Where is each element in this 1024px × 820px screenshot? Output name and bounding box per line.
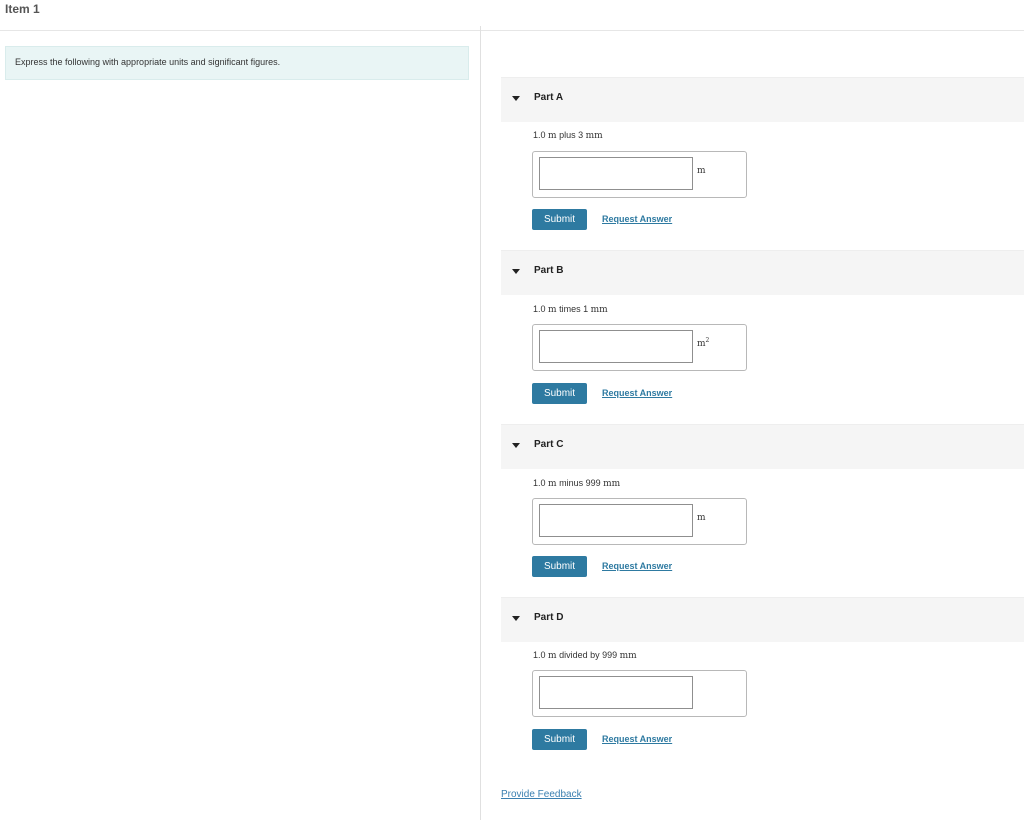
part-b-submit-button[interactable]: Submit (532, 383, 587, 404)
item-title: Item 1 (5, 2, 40, 16)
part-b-question: 1.0 m times 1 mm (533, 304, 608, 315)
part-c-question: 1.0 m minus 999 mm (533, 478, 621, 489)
collapse-caret-icon[interactable] (512, 616, 520, 621)
part-b-unit: m2 (697, 337, 710, 349)
part-a-question: 1.0 m plus 3 mm (533, 130, 603, 141)
part-a-unit: m (697, 166, 706, 176)
part-b-answer-input[interactable] (539, 330, 693, 363)
part-c-label: Part C (534, 439, 564, 450)
part-d-label: Part D (534, 612, 564, 623)
part-b-request-answer-link[interactable]: Request Answer (602, 388, 672, 398)
part-a-request-answer-link[interactable]: Request Answer (602, 214, 672, 224)
part-d-request-answer-link[interactable]: Request Answer (602, 734, 672, 744)
part-c-answer-input[interactable] (539, 504, 693, 537)
part-c-request-answer-link[interactable]: Request Answer (602, 561, 672, 571)
part-d-header[interactable]: Part D (501, 597, 1024, 642)
part-d-submit-button[interactable]: Submit (532, 729, 587, 750)
part-c-submit-button[interactable]: Submit (532, 556, 587, 577)
part-a-label: Part A (534, 92, 564, 103)
intro-panel: Express the following with appropriate u… (5, 46, 469, 80)
part-b-label: Part B (534, 265, 564, 276)
part-a-submit-button[interactable]: Submit (532, 209, 587, 230)
part-a-answer-box: m (532, 151, 747, 198)
part-d-answer-box (532, 670, 747, 717)
part-d-question: 1.0 m divided by 999 mm (533, 650, 637, 661)
top-divider (0, 30, 1024, 31)
provide-feedback-link[interactable]: Provide Feedback (501, 789, 582, 800)
part-c-answer-box: m (532, 498, 747, 545)
collapse-caret-icon[interactable] (512, 269, 520, 274)
part-b: Part B 1.0 m times 1 mm m2 Submit Reques… (501, 250, 1024, 404)
column-divider (480, 26, 481, 820)
part-c-header[interactable]: Part C (501, 424, 1024, 469)
collapse-caret-icon[interactable] (512, 96, 520, 101)
part-a-answer-input[interactable] (539, 157, 693, 190)
intro-text: Express the following with appropriate u… (15, 57, 281, 67)
part-c-unit: m (697, 513, 706, 523)
collapse-caret-icon[interactable] (512, 443, 520, 448)
part-c: Part C 1.0 m minus 999 mm m Submit Reque… (501, 424, 1024, 577)
part-d-answer-input[interactable] (539, 676, 693, 709)
part-b-header[interactable]: Part B (501, 250, 1024, 295)
part-d: Part D 1.0 m divided by 999 mm Submit Re… (501, 597, 1024, 750)
part-b-answer-box: m2 (532, 324, 747, 371)
part-a: Part A 1.0 m plus 3 mm m Submit Request … (501, 77, 1024, 230)
part-a-header[interactable]: Part A (501, 77, 1024, 122)
